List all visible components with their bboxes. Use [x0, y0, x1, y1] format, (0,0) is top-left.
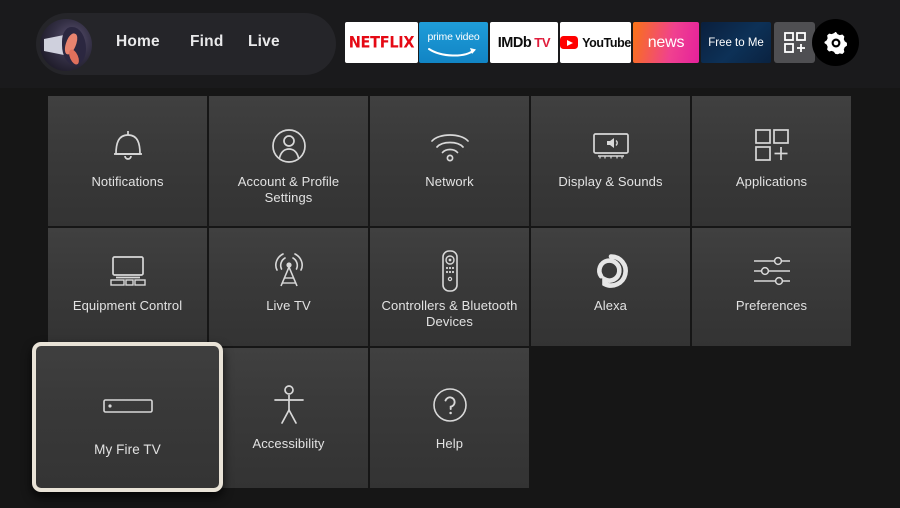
- settings-tile-equipment-control[interactable]: Equipment Control: [48, 228, 207, 346]
- app-tile-prime-video[interactable]: prime video: [419, 22, 488, 63]
- settings-tile-live-tv[interactable]: Live TV: [209, 228, 368, 346]
- settings-tile-label: Accessibility: [252, 436, 325, 451]
- settings-tile-my-fire-tv[interactable]: My Fire TV: [32, 342, 223, 492]
- app-tile-imdb-tv[interactable]: IMDb TV: [490, 22, 558, 63]
- settings-tile-alexa[interactable]: Alexa: [531, 228, 690, 346]
- settings-tile-label: Account & Profile Settings: [237, 174, 340, 205]
- settings-tile-label: Alexa: [593, 298, 628, 313]
- app-grid-icon: [783, 31, 806, 53]
- news-wordmark: news: [647, 33, 685, 51]
- profile-avatar[interactable]: [40, 19, 92, 71]
- settings-tile-label: Display & Sounds: [558, 174, 663, 189]
- broadcast-tower-icon: [269, 250, 309, 292]
- app-tile-netflix[interactable]: NETFLIX: [345, 22, 418, 63]
- tv-soundbar-icon: [105, 250, 151, 292]
- nav-item-home[interactable]: Home: [116, 33, 160, 51]
- settings-tile-network[interactable]: Network: [370, 96, 529, 226]
- fire-tv-stick-icon: [102, 384, 154, 428]
- settings-tile-label: Preferences: [735, 298, 808, 313]
- settings-tile-accessibility[interactable]: Accessibility: [209, 348, 368, 488]
- settings-tile-label: Network: [425, 174, 474, 189]
- app-grid-button[interactable]: [774, 22, 815, 63]
- youtube-play-icon: [560, 36, 579, 49]
- settings-row-2: Equipment Control Live TV Controllers & …: [48, 228, 851, 346]
- netflix-wordmark: NETFLIX: [348, 33, 415, 52]
- nav-item-live[interactable]: Live: [248, 33, 280, 51]
- avatar-art-a: [44, 35, 64, 55]
- settings-tile-label: Notifications: [91, 174, 164, 189]
- prime-smile-icon: [428, 48, 477, 57]
- imdb-tv-suffix: TV: [534, 35, 551, 50]
- question-circle-icon: [430, 384, 470, 426]
- free-to-me-label: Free to Me: [708, 36, 764, 49]
- settings-tile-display-sounds[interactable]: Display & Sounds: [531, 96, 690, 226]
- settings-tile-label: Equipment Control: [72, 298, 183, 313]
- top-navigation-bar: Home Find Live NETFLIX prime video IMDb …: [0, 0, 900, 88]
- alexa-ring-icon: [592, 250, 630, 292]
- accessibility-person-icon: [272, 384, 306, 426]
- settings-row-1: Notifications Account & Profile Settings: [48, 96, 851, 226]
- settings-tile-account-profile-settings[interactable]: Account & Profile Settings: [209, 96, 368, 226]
- app-tile-youtube[interactable]: YouTube: [560, 22, 631, 63]
- tv-speaker-icon: [589, 124, 633, 168]
- prime-video-wordmark: prime video: [427, 31, 480, 43]
- gear-icon: [824, 31, 847, 54]
- wifi-icon: [429, 124, 471, 168]
- app-squares-plus-icon: [752, 124, 792, 168]
- app-tile-news[interactable]: news: [633, 22, 699, 63]
- settings-tile-label: Help: [435, 436, 464, 451]
- settings-tile-label: Applications: [735, 174, 808, 189]
- remote-control-icon: [438, 250, 462, 292]
- nav-item-find[interactable]: Find: [190, 33, 224, 51]
- settings-tile-controllers-bluetooth-devices[interactable]: Controllers & Bluetooth Devices: [370, 228, 529, 346]
- settings-tile-label: Controllers & Bluetooth Devices: [381, 298, 518, 329]
- app-tile-free-to-me[interactable]: Free to Me: [701, 22, 771, 63]
- bell-icon: [110, 124, 146, 168]
- settings-tile-label: My Fire TV: [94, 442, 161, 457]
- person-circle-icon: [270, 124, 308, 168]
- settings-gear-button[interactable]: [812, 19, 859, 66]
- sliders-icon: [750, 250, 794, 292]
- settings-tile-notifications[interactable]: Notifications: [48, 96, 207, 226]
- settings-tile-label: Live TV: [266, 298, 311, 313]
- youtube-wordmark: YouTube: [582, 35, 631, 50]
- settings-tile-help[interactable]: Help: [370, 348, 529, 488]
- settings-tile-applications[interactable]: Applications: [692, 96, 851, 226]
- settings-tile-preferences[interactable]: Preferences: [692, 228, 851, 346]
- imdb-wordmark: IMDb: [497, 34, 532, 51]
